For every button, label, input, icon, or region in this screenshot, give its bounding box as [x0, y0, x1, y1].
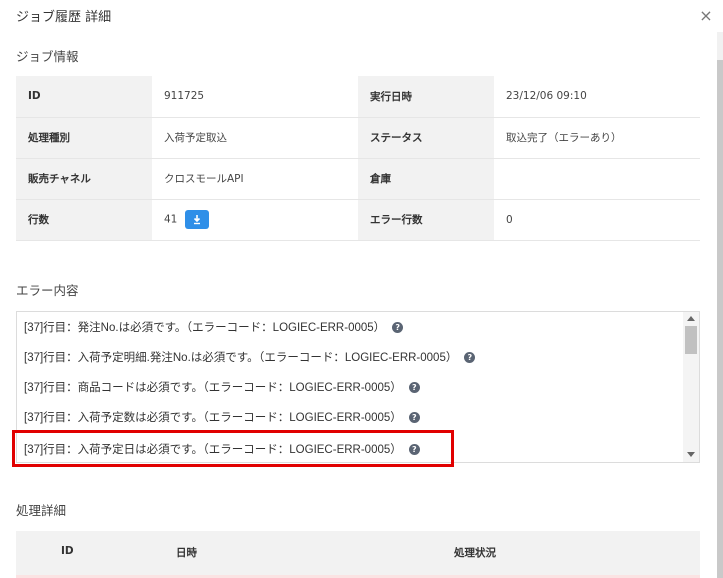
- info-label: エラー行数: [358, 199, 494, 241]
- error-line: [37]行目：発注No.は必須です。（エラーコード：LOGIEC-ERR-000…: [24, 319, 404, 335]
- error-list-scrollbar-thumb[interactable]: [685, 326, 697, 354]
- help-icon[interactable]: ?: [464, 352, 476, 364]
- job-info-heading: ジョブ情報: [16, 49, 79, 64]
- close-icon[interactable]: ×: [696, 4, 716, 28]
- info-value: 取込完了（エラーあり）: [494, 117, 700, 159]
- column-header-datetime[interactable]: 日時: [176, 545, 197, 560]
- info-value: 入荷予定取込: [152, 117, 358, 159]
- info-label: 販売チャネル: [16, 158, 152, 200]
- info-row-process-type: 処理種別 入荷予定取込 ステータス 取込完了（エラーあり）: [16, 117, 700, 159]
- error-line: [37]行目：入荷予定明細.発注No.は必須です。（エラーコード：LOGIEC-…: [24, 349, 476, 365]
- info-row-id: ID 911725 実行日時 23/12/06 09:10: [16, 76, 700, 118]
- modal-title: ジョブ履歴 詳細: [16, 10, 112, 25]
- details-heading: 処理詳細: [16, 503, 67, 518]
- job-info-table: ID 911725 実行日時 23/12/06 09:10 処理種別 入荷予定取…: [16, 76, 700, 241]
- details-table-header: ID 日時 処理状況: [16, 531, 700, 575]
- info-value: 911725: [152, 76, 358, 118]
- info-value: 41: [152, 199, 358, 241]
- help-icon[interactable]: ?: [408, 382, 420, 394]
- error-line: [37]行目：入荷予定数は必須です。（エラーコード：LOGIEC-ERR-000…: [24, 409, 420, 425]
- info-value: [494, 158, 700, 200]
- scroll-up-icon[interactable]: [687, 316, 695, 321]
- info-label: 倉庫: [358, 158, 494, 200]
- column-header-id[interactable]: ID: [61, 545, 74, 557]
- error-line: [37]行目：商品コードは必須です。（エラーコード：LOGIEC-ERR-000…: [24, 379, 420, 395]
- info-label: ステータス: [358, 117, 494, 159]
- info-label: 実行日時: [358, 76, 494, 118]
- download-icon: [194, 215, 201, 225]
- download-button[interactable]: [185, 210, 210, 229]
- info-row-line-count: 行数 41 エラー行数 0: [16, 199, 700, 241]
- info-value: 23/12/06 09:10: [494, 76, 700, 118]
- info-value: クロスモールAPI: [152, 158, 358, 200]
- line-count-value: 41: [164, 213, 178, 226]
- modal-scrollbar-thumb[interactable]: [717, 60, 723, 578]
- column-header-status[interactable]: 処理状況: [454, 545, 496, 560]
- info-row-channel: 販売チャネル クロスモールAPI 倉庫: [16, 158, 700, 200]
- info-value: 0: [494, 199, 700, 241]
- info-label: 行数: [16, 199, 152, 241]
- scroll-down-icon[interactable]: [687, 452, 695, 457]
- info-label: ID: [16, 76, 152, 118]
- info-label: 処理種別: [16, 117, 152, 159]
- errors-heading: エラー内容: [16, 283, 79, 298]
- help-icon[interactable]: ?: [408, 412, 420, 424]
- help-icon[interactable]: ?: [392, 322, 404, 334]
- highlight-annotation: [12, 430, 454, 467]
